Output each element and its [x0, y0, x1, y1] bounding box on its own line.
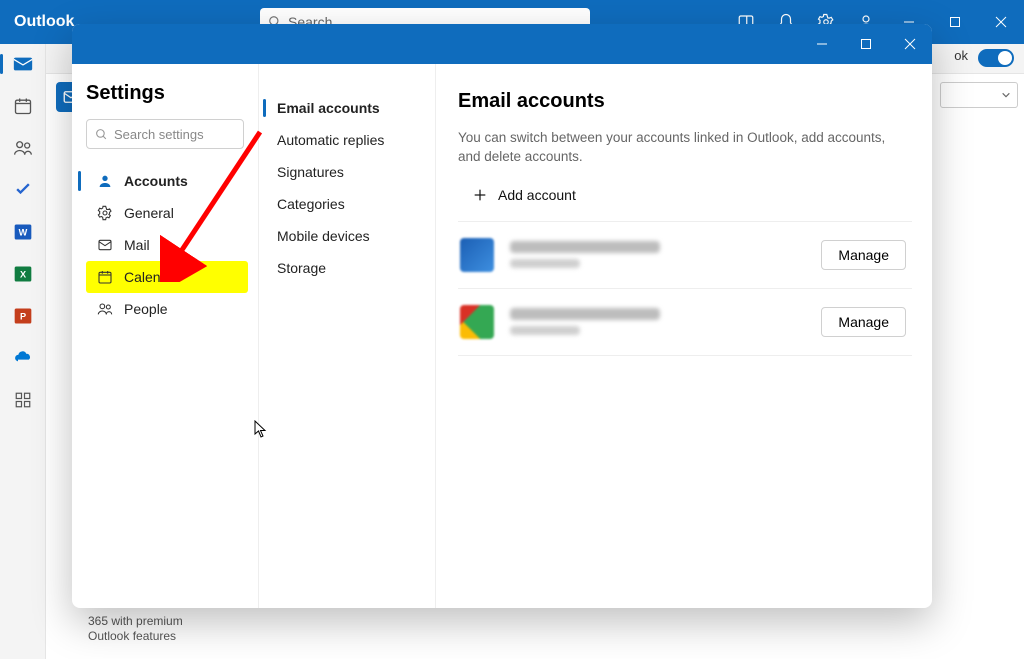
rail-word-icon[interactable]: W — [11, 220, 35, 244]
sub-mobile-devices[interactable]: Mobile devices — [263, 220, 429, 252]
rail-people-icon[interactable] — [11, 136, 35, 160]
sub-mobile-devices-label: Mobile devices — [277, 228, 370, 244]
nav-general[interactable]: General — [86, 197, 248, 229]
footer-line2: Outlook features — [88, 629, 183, 644]
calendar-icon — [96, 269, 114, 285]
search-icon — [95, 128, 108, 141]
sub-categories-label: Categories — [277, 196, 345, 212]
account-email-redacted — [510, 308, 660, 335]
sub-storage[interactable]: Storage — [263, 252, 429, 284]
sub-categories[interactable]: Categories — [263, 188, 429, 220]
people-icon — [96, 301, 114, 317]
settings-subnav: Email accounts Automatic replies Signatu… — [258, 64, 436, 608]
rail-onedrive-icon[interactable] — [11, 346, 35, 370]
app-rail: W X P — [0, 44, 46, 659]
settings-dialog: Settings Search settings Accounts Genera… — [72, 24, 932, 608]
sub-automatic-replies-label: Automatic replies — [277, 132, 384, 148]
dialog-minimize-icon[interactable] — [800, 24, 844, 64]
nav-mail-label: Mail — [124, 237, 150, 253]
rail-calendar-icon[interactable] — [11, 94, 35, 118]
nav-calendar[interactable]: Calendar — [86, 261, 248, 293]
gear-icon — [96, 205, 114, 221]
settings-search-input[interactable]: Search settings — [86, 119, 244, 149]
nav-calendar-label: Calendar — [124, 269, 181, 285]
sub-signatures-label: Signatures — [277, 164, 344, 180]
nav-accounts-label: Accounts — [124, 173, 188, 189]
sub-email-accounts-label: Email accounts — [277, 100, 380, 116]
plus-icon — [472, 187, 488, 203]
nav-mail[interactable]: Mail — [86, 229, 248, 261]
rail-excel-icon[interactable]: X — [11, 262, 35, 286]
ribbon-label: ok — [954, 48, 968, 63]
nav-general-label: General — [124, 205, 174, 221]
window-maximize-icon[interactable] — [932, 0, 978, 44]
outlook-account-icon — [460, 238, 494, 272]
sub-automatic-replies[interactable]: Automatic replies — [263, 124, 429, 156]
account-row-outlook: Manage — [458, 221, 912, 288]
settings-nav-panel: Settings Search settings Accounts Genera… — [72, 64, 258, 608]
add-account-button[interactable]: Add account — [458, 181, 912, 221]
panel-heading: Email accounts — [458, 90, 912, 113]
sub-signatures[interactable]: Signatures — [263, 156, 429, 188]
rail-powerpoint-icon[interactable]: P — [11, 304, 35, 328]
sub-email-accounts[interactable]: Email accounts — [263, 92, 429, 124]
mail-icon — [96, 237, 114, 253]
sub-storage-label: Storage — [277, 260, 326, 276]
svg-text:X: X — [19, 269, 26, 279]
filter-dropdown[interactable] — [940, 82, 1018, 108]
add-account-label: Add account — [498, 187, 576, 203]
svg-text:P: P — [19, 311, 25, 321]
focused-toggle[interactable] — [978, 49, 1014, 67]
settings-search-placeholder: Search settings — [114, 127, 204, 142]
nav-accounts[interactable]: Accounts — [86, 165, 248, 197]
dialog-titlebar — [72, 24, 932, 64]
manage-button[interactable]: Manage — [821, 307, 906, 337]
cursor-icon — [254, 420, 268, 438]
gmail-account-icon — [460, 305, 494, 339]
svg-text:W: W — [18, 227, 27, 237]
dialog-maximize-icon[interactable] — [844, 24, 888, 64]
chevron-down-icon — [1001, 90, 1011, 100]
manage-button[interactable]: Manage — [821, 240, 906, 270]
rail-more-apps-icon[interactable] — [11, 388, 35, 412]
settings-title: Settings — [86, 82, 248, 105]
nav-people[interactable]: People — [86, 293, 248, 325]
window-close-icon[interactable] — [978, 0, 1024, 44]
rail-todo-icon[interactable] — [11, 178, 35, 202]
nav-people-label: People — [124, 301, 168, 317]
account-email-redacted — [510, 241, 660, 268]
settings-content: Email accounts You can switch between yo… — [436, 64, 932, 608]
app-title: Outlook — [14, 13, 74, 31]
rail-mail-icon[interactable] — [11, 52, 35, 76]
account-row-gmail: Manage — [458, 288, 912, 356]
panel-description: You can switch between your accounts lin… — [458, 129, 888, 167]
dialog-close-icon[interactable] — [888, 24, 932, 64]
person-icon — [96, 173, 114, 189]
footer-line1: 365 with premium — [88, 614, 183, 629]
premium-footer: 365 with premium Outlook features — [88, 614, 183, 644]
